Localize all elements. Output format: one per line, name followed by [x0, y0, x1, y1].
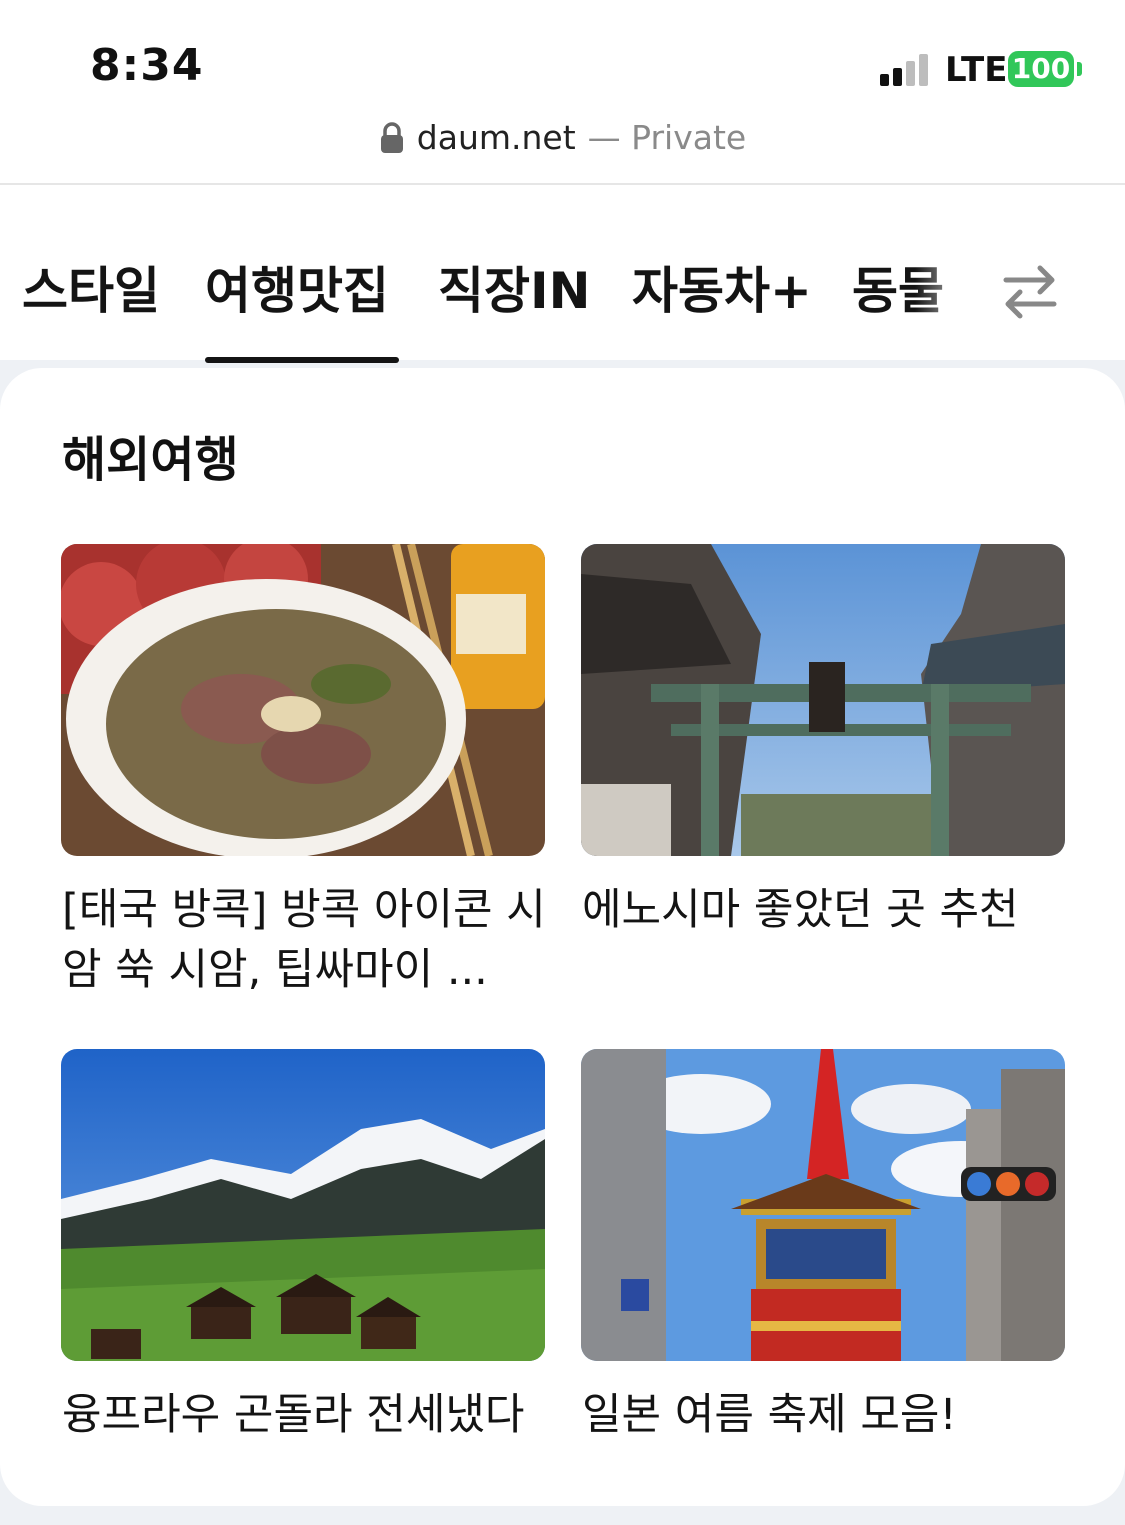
swap-arrows-icon[interactable]	[998, 260, 1062, 324]
battery-icon: 100	[1008, 51, 1074, 87]
article-title[interactable]: 에노시마 좋았던 곳 추천	[582, 880, 1072, 940]
url-domain: daum.net	[416, 118, 576, 157]
active-tab-indicator	[205, 357, 399, 363]
tab-travel-food[interactable]: 여행맛집	[205, 256, 389, 326]
private-label: — Private	[587, 118, 747, 157]
noodle-soup-photo	[61, 544, 545, 856]
status-time: 8:34	[90, 40, 204, 91]
tab-car[interactable]: 자동차+	[632, 256, 812, 326]
cellular-signal-icon	[880, 52, 936, 86]
alpine-village-photo	[61, 1049, 545, 1361]
article-thumbnail[interactable]	[581, 1049, 1065, 1361]
article-thumbnail[interactable]	[61, 544, 545, 856]
status-bar: 8:34 LTE 100	[0, 0, 1125, 110]
article-title[interactable]: 일본 여름 축제 모음!	[582, 1385, 1072, 1445]
festival-float-photo	[581, 1049, 1065, 1361]
address-bar[interactable]: daum.net — Private	[0, 110, 1125, 185]
tab-scroll-fade	[915, 230, 985, 350]
article-thumbnail[interactable]	[61, 1049, 545, 1361]
tab-workplace[interactable]: 직장IN	[438, 256, 590, 326]
battery-tip	[1077, 62, 1082, 76]
enoshima-torii-photo	[581, 544, 1065, 856]
network-type: LTE	[945, 50, 1008, 90]
section-title: 해외여행	[62, 432, 239, 488]
tab-style[interactable]: 스타일	[22, 256, 160, 326]
article-title[interactable]: 융프라우 곤돌라 전세냈다	[62, 1385, 552, 1445]
lock-icon	[380, 122, 403, 153]
article-thumbnail[interactable]	[581, 544, 1065, 856]
article-title[interactable]: [태국 방콕] 방콕 아이콘 시암 쑥 시암, 팁싸마이 ...	[62, 880, 552, 1000]
